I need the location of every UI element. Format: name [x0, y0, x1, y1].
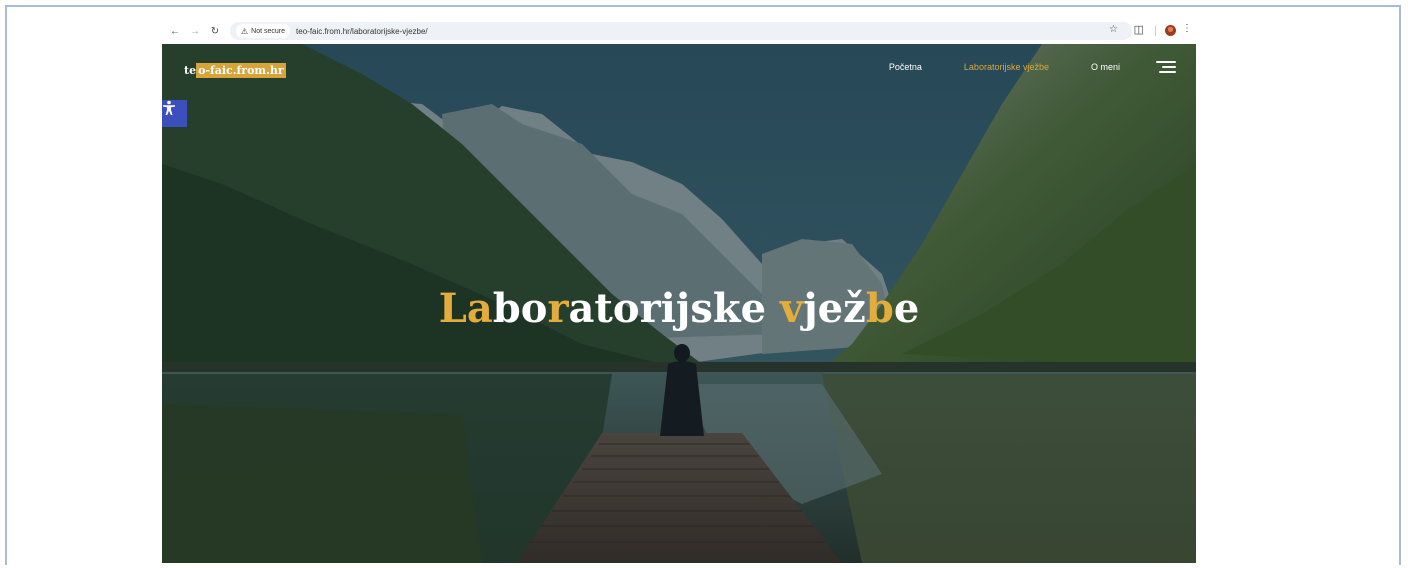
accessibility-person-icon [163, 100, 175, 115]
arrow-right-icon[interactable]: → [188, 24, 202, 38]
hero-title: Laboratorijske vježbe [162, 285, 1196, 332]
title-part: b [865, 285, 894, 332]
hero-section: te o-faic.from.hr Početna Laboratorijske … [162, 44, 1196, 563]
reload-icon[interactable]: ↻ [208, 24, 222, 38]
browser-toolbar: ← → ↻ ⚠ Not secure teo-faic.from.hr/labo… [162, 18, 1196, 44]
warning-triangle-icon: ⚠ [241, 26, 249, 36]
security-label: Not secure [251, 27, 286, 35]
browser-window: ← → ↻ ⚠ Not secure teo-faic.from.hr/labo… [162, 18, 1196, 563]
nav-item-o-meni[interactable]: O meni [1091, 62, 1120, 72]
profile-avatar-icon[interactable] [1165, 25, 1176, 36]
security-chip[interactable]: ⚠ Not secure [236, 24, 291, 38]
hamburger-menu-icon[interactable] [1156, 60, 1176, 74]
main-navigation: Početna Laboratorijske vježbe O meni [847, 60, 1176, 74]
accessibility-button[interactable] [162, 100, 187, 127]
more-vertical-icon[interactable]: ⋮ [1182, 23, 1192, 34]
address-bar[interactable]: ⚠ Not secure teo-faic.from.hr/laboratori… [230, 22, 1132, 40]
nav-item-pocetna[interactable]: Početna [889, 62, 922, 72]
logo-prefix: te [184, 63, 197, 77]
arrow-left-icon[interactable]: ← [168, 24, 182, 38]
title-part: jež [803, 285, 866, 332]
nav-item-laboratorijske-vjezbe[interactable]: Laboratorijske vježbe [964, 62, 1049, 72]
title-part: La [438, 285, 493, 332]
title-part: atorijske [568, 285, 780, 332]
title-part: bo [492, 285, 548, 332]
logo-highlight: o-faic.from.hr [196, 62, 286, 78]
site-logo[interactable]: te o-faic.from.hr [184, 62, 286, 78]
toolbar-divider [1155, 26, 1156, 36]
title-part: v [779, 285, 804, 332]
star-icon[interactable]: ☆ [1109, 24, 1118, 35]
url-text[interactable]: teo-faic.from.hr/laboratorijske-vjezbe/ [296, 27, 428, 36]
puzzle-icon[interactable]: ◫ [1134, 23, 1144, 36]
title-part: e [893, 285, 920, 332]
title-part: r [547, 285, 569, 332]
